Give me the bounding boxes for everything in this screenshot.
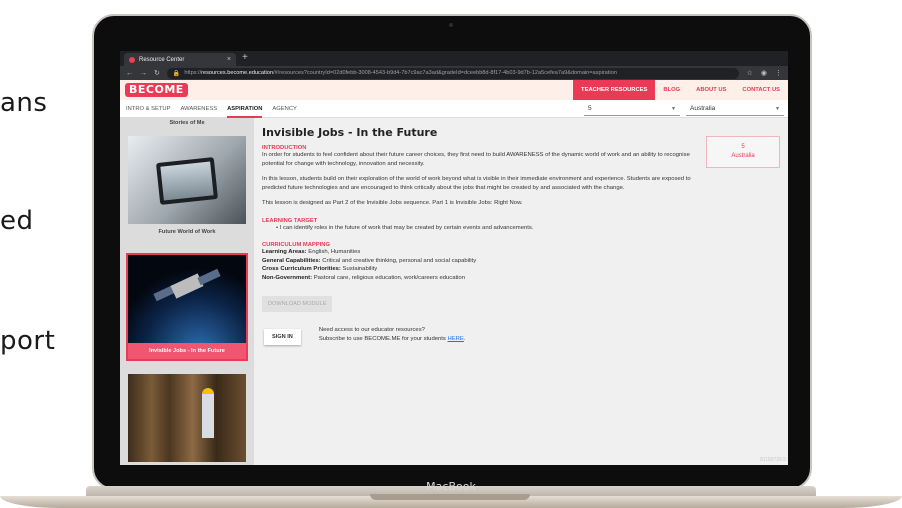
nav-blog[interactable]: BLOG xyxy=(655,80,688,100)
curriculum-cross-priorities: Cross Curriculum Priorities: Sustainabil… xyxy=(262,266,378,272)
access-message: Need access to our educator resources? S… xyxy=(318,327,466,342)
screen: Resource Center × + ← → ↻ 🔒 https:// res… xyxy=(120,51,788,465)
tab-aspiration[interactable]: ASPIRATION xyxy=(227,100,263,118)
lock-icon: 🔒 xyxy=(172,70,181,77)
camera-icon xyxy=(449,23,453,27)
background-text-1: ans xyxy=(0,88,48,118)
lesson-sidebar: Stories of Me Future World of Work Invis… xyxy=(120,118,254,465)
user-icon[interactable]: ◉ xyxy=(761,69,767,77)
address-bar: ← → ↻ 🔒 https:// resources.become.educat… xyxy=(120,66,788,80)
card-image xyxy=(128,374,246,462)
curriculum-general-capabilities: General Capabilities: Critical and creat… xyxy=(262,257,477,264)
back-icon[interactable]: ← xyxy=(126,70,133,77)
tab-title: Resource Center xyxy=(139,56,185,63)
signin-row: SIGN IN Need access to our educator reso… xyxy=(262,326,788,345)
nav-contact-us[interactable]: CONTACT US xyxy=(734,80,788,100)
version-label: 20190729.5 xyxy=(759,457,786,463)
curriculum-learning-areas: Learning Areas: English, Humanities xyxy=(262,249,361,255)
tab-agency[interactable]: AGENCY xyxy=(272,100,296,118)
close-icon[interactable]: × xyxy=(227,56,231,63)
sidebar-item-stories-of-me[interactable]: Stories of Me xyxy=(120,120,254,126)
chevron-down-icon: ▼ xyxy=(775,105,780,112)
favicon-icon xyxy=(129,56,135,63)
sign-in-button[interactable]: SIGN IN xyxy=(264,329,301,345)
sidebar-card-next[interactable] xyxy=(128,374,246,462)
subscribe-here-link[interactable]: HERE xyxy=(448,336,464,342)
card-image xyxy=(128,136,246,224)
download-module-button[interactable]: DOWNLOAD MODULE xyxy=(262,296,333,312)
curriculum-non-government: Non-Government: Pastoral care, religious… xyxy=(262,274,465,281)
nav-teacher-resources[interactable]: TEACHER RESOURCES xyxy=(573,80,656,100)
page-body: Stories of Me Future World of Work Invis… xyxy=(120,118,788,465)
intro-paragraph-2: In this lesson, students build on their … xyxy=(262,176,691,191)
sidebar-card-invisible-jobs[interactable]: Invisible Jobs - In the Future xyxy=(126,253,248,361)
nav-about-us[interactable]: ABOUT US xyxy=(688,80,734,100)
selected-filter-box: 5 Australia xyxy=(706,136,780,168)
browser-tab[interactable]: Resource Center × xyxy=(124,53,236,66)
lesson-content: Invisible Jobs - In the Future INTRODUCT… xyxy=(254,118,788,465)
background-text-2: ed xyxy=(0,206,34,236)
macbook-label: MacBook xyxy=(426,480,476,493)
intro-paragraph-3: This lesson is designed as Part 2 of the… xyxy=(262,200,523,206)
site-header: BECOME TEACHER RESOURCES BLOG ABOUT US C… xyxy=(120,80,788,100)
chevron-down-icon: ▼ xyxy=(671,105,676,112)
menu-icon[interactable]: ⋮ xyxy=(775,69,782,77)
new-tab-button[interactable]: + xyxy=(242,52,248,63)
domain-tabs: INTRO & SETUP AWARENESS ASPIRATION AGENC… xyxy=(120,100,788,118)
sidebar-card-future-world[interactable]: Future World of Work xyxy=(128,136,246,240)
main-nav: TEACHER RESOURCES BLOG ABOUT US CONTACT … xyxy=(573,80,788,100)
background-text-3: port xyxy=(0,326,56,356)
url-field[interactable]: 🔒 https:// resources.become.education /#… xyxy=(166,67,739,79)
intro-paragraph-1: In order for students to feel confident … xyxy=(262,152,690,167)
reload-icon[interactable]: ↻ xyxy=(154,69,160,77)
country-select[interactable]: Australia ▼ xyxy=(686,102,784,116)
browser-tabbar: Resource Center × + xyxy=(120,51,788,66)
card-image xyxy=(128,255,246,343)
forward-icon[interactable]: → xyxy=(140,70,147,77)
tab-intro-setup[interactable]: INTRO & SETUP xyxy=(126,100,170,118)
become-logo[interactable]: BECOME xyxy=(125,83,188,97)
year-select[interactable]: 5 ▼ xyxy=(584,102,680,116)
star-icon[interactable]: ☆ xyxy=(747,69,753,77)
learning-target-item: • I can identify roles in the future of … xyxy=(276,224,534,231)
tab-awareness[interactable]: AWARENESS xyxy=(180,100,217,118)
